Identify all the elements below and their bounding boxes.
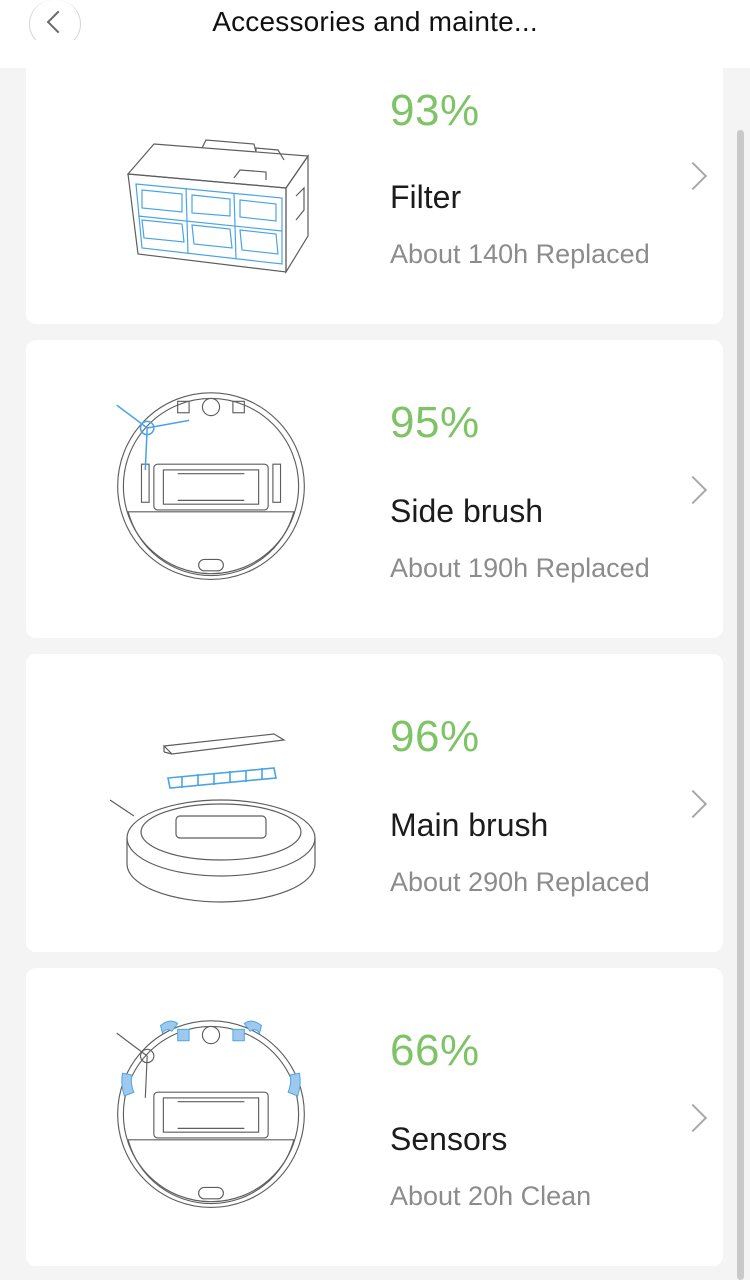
side-brush-label: Side brush bbox=[390, 493, 543, 529]
sensors-label: Sensors bbox=[390, 1121, 508, 1157]
chevron-right-icon bbox=[678, 161, 708, 191]
side-brush-illustration bbox=[116, 392, 305, 580]
side-brush-percent: 95% bbox=[390, 398, 480, 447]
sensors-percent: 66% bbox=[390, 1026, 480, 1075]
sensors-status: About 20h Clean bbox=[390, 1181, 592, 1211]
filter-illustration bbox=[126, 139, 310, 275]
main-brush-status: About 290h Replaced bbox=[390, 867, 650, 897]
scrollbar[interactable] bbox=[737, 130, 744, 1280]
sensors-illustration bbox=[116, 1020, 305, 1208]
list-item-main-brush[interactable]: 96% Main brush About 290h Replaced bbox=[26, 654, 723, 952]
main-brush-illustration bbox=[109, 733, 316, 903]
chevron-right-icon bbox=[678, 789, 708, 819]
filter-status: About 140h Replaced bbox=[390, 239, 650, 269]
chevron-right-icon bbox=[678, 1103, 708, 1133]
side-brush-status: About 190h Replaced bbox=[390, 553, 650, 583]
main-brush-percent: 96% bbox=[390, 712, 480, 761]
filter-label: Filter bbox=[390, 179, 462, 215]
list-item-sensors[interactable]: 66% Sensors About 20h Clean bbox=[26, 968, 723, 1266]
main-brush-label: Main brush bbox=[390, 807, 549, 843]
list-item-filter[interactable]: 93% Filter About 140h Replaced bbox=[26, 40, 723, 324]
list-item-side-brush[interactable]: 95% Side brush About 190h Replaced bbox=[26, 340, 723, 638]
filter-percent: 93% bbox=[390, 86, 480, 135]
chevron-right-icon bbox=[678, 475, 708, 505]
page-title: Accessories and mainte... bbox=[212, 6, 538, 37]
